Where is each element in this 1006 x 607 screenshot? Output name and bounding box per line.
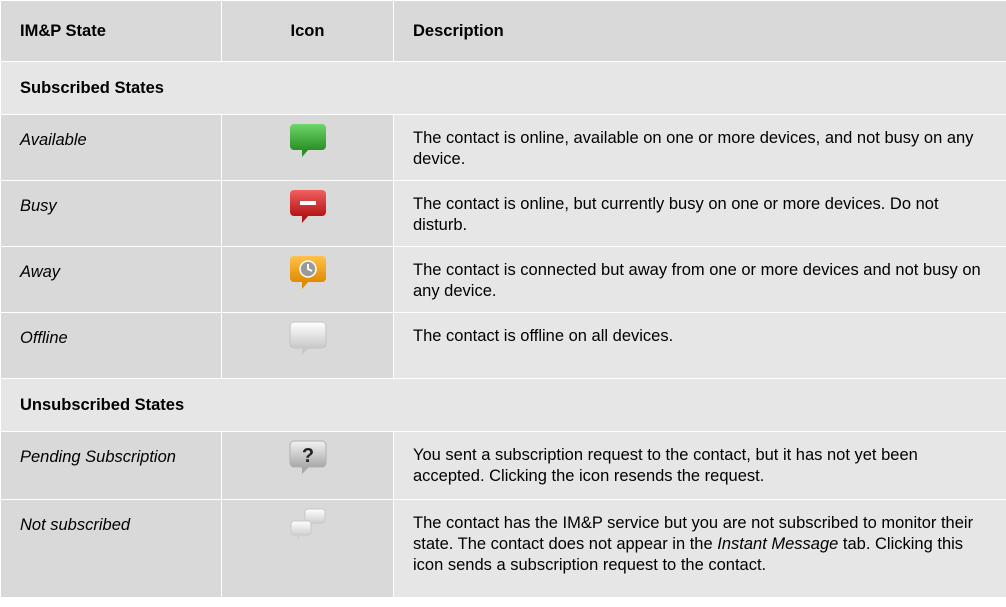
header-icon: Icon (221, 0, 394, 62)
state-description: You sent a subscription request to the c… (413, 446, 918, 485)
state-label: Not subscribed (20, 516, 131, 534)
instant-message-tab-reference: Instant Message (717, 535, 839, 553)
state-description: The contact is connected but away from o… (413, 261, 981, 300)
im-p-states-table: IM&P State Icon Description Subscribed S… (0, 0, 1006, 598)
state-description: The contact is online, but currently bus… (413, 195, 939, 234)
state-description: The contact has the IM&P service but you… (413, 514, 974, 574)
section-title: Subscribed States (20, 78, 164, 97)
busy-icon (289, 190, 326, 223)
header-description: Description (393, 0, 1006, 62)
section-row-unsubscribed: Unsubscribed States (0, 378, 1006, 432)
available-icon (289, 124, 326, 157)
table-row-not-subscribed: Not subscribed The contact has the IM&P … (0, 499, 1006, 598)
svg-text:?: ? (301, 445, 313, 467)
pending-subscription-icon[interactable]: ? (288, 439, 328, 475)
state-label: Away (20, 263, 61, 281)
table-row-pending-subscription: Pending Subscription ? You sent a subscr… (0, 431, 1006, 500)
state-label: Busy (20, 197, 57, 215)
table-row-busy: Busy The contact is online, but currentl… (0, 180, 1006, 247)
section-title: Unsubscribed States (20, 395, 185, 414)
state-description: The contact is online, available on one … (413, 129, 974, 168)
header-state: IM&P State (0, 0, 222, 62)
away-icon (289, 256, 326, 289)
state-label: Offline (20, 329, 68, 347)
table-row-available: Available The contact is online, availab… (0, 114, 1006, 181)
offline-icon (289, 321, 326, 355)
not-subscribed-icon[interactable] (288, 507, 328, 543)
state-description: The contact is offline on all devices. (413, 327, 674, 345)
state-label: Available (20, 131, 87, 149)
table-row-offline: Offline The contact is offline on all de… (0, 312, 1006, 379)
section-row-subscribed: Subscribed States (0, 61, 1006, 115)
table-row-away: Away The contact is connected but away f… (0, 246, 1006, 313)
header-row: IM&P State Icon Description (0, 0, 1006, 62)
state-label: Pending Subscription (20, 448, 176, 466)
